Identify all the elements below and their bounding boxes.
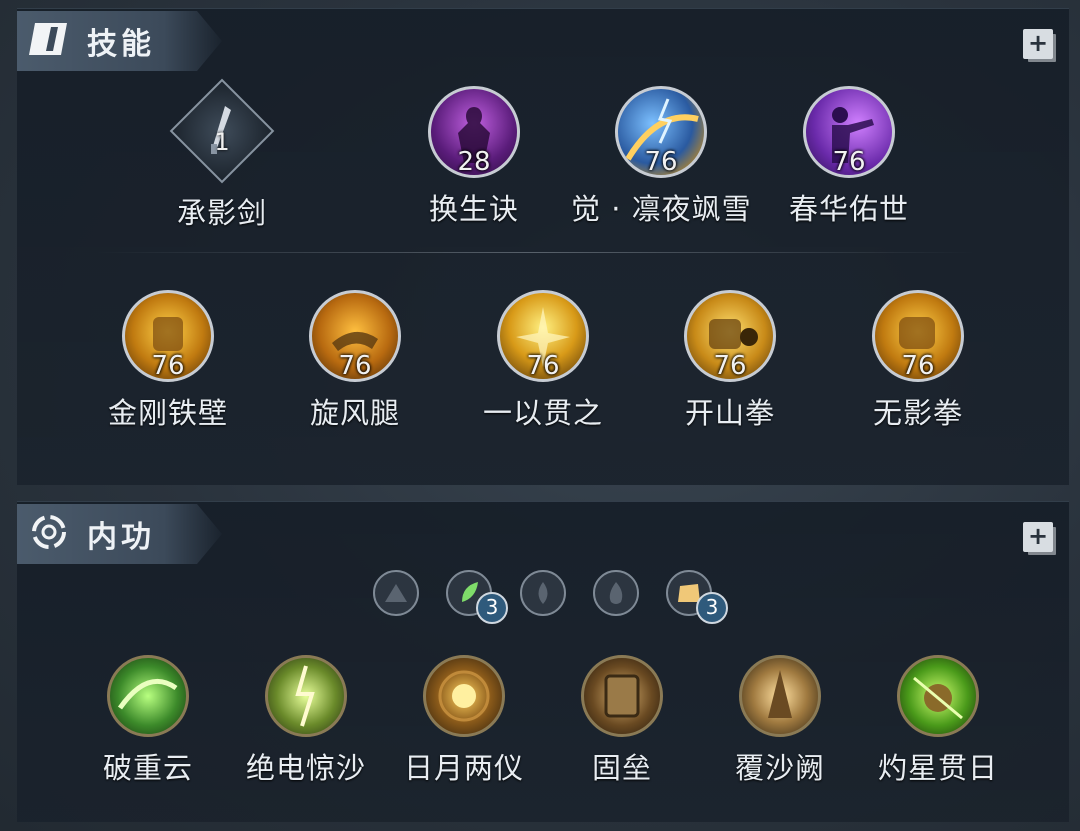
neigong-zhuoxingguanri[interactable]: 灼星贯日: [848, 655, 1028, 787]
neigong-title: 内功: [87, 520, 155, 555]
golden-fist-icon: 76: [122, 290, 214, 382]
skill-name: 旋风腿: [309, 396, 400, 430]
element-earth[interactable]: 3: [666, 570, 728, 624]
swirl-icon: [32, 515, 66, 549]
neigong-name: 绝电惊沙: [245, 751, 366, 785]
mountain-fist-icon: 76: [684, 290, 776, 382]
mountain-icon: [385, 584, 407, 602]
skill-chunhuayoushi[interactable]: 76 春华佑世: [759, 86, 939, 228]
neigong-pochongyun[interactable]: 破重云: [58, 655, 238, 787]
skill-yiyiguanzhi[interactable]: 76 一以贯之: [453, 290, 633, 432]
thunder-sand-icon: [265, 655, 347, 737]
skill-name: 一以贯之: [482, 396, 603, 430]
skill-name: 觉 · 凛夜飒雪: [571, 192, 752, 226]
skill-juelinyesaxue[interactable]: 76 觉 · 凛夜飒雪: [571, 86, 751, 228]
neigong-riyueliangyi[interactable]: 日月两仪: [374, 655, 554, 787]
whirlwind-kick-icon: 76: [309, 290, 401, 382]
skill-level: 76: [832, 147, 866, 177]
neigong-name: 覆沙阙: [734, 751, 825, 785]
skills-title: 技能: [87, 27, 155, 62]
skill-name: 承影剑: [176, 196, 267, 230]
skill-wuyingquan[interactable]: 76 无影拳: [828, 290, 1008, 432]
skill-name: 换生诀: [428, 192, 519, 226]
skill-name: 无影拳: [872, 396, 963, 430]
neigong-fushaque[interactable]: 覆沙阙: [690, 655, 870, 787]
water-drop-icon: [538, 582, 548, 604]
skill-level: 76: [151, 351, 185, 381]
stone-shield-icon: [581, 655, 663, 737]
skill-name: 金刚铁壁: [107, 396, 228, 430]
demon-figure-icon: 28: [428, 86, 520, 178]
skills-add-button[interactable]: +: [1023, 29, 1053, 59]
skill-chengyingjian[interactable]: 1 承影剑: [132, 78, 312, 232]
skill-kaishanquan[interactable]: 76 开山拳: [640, 290, 820, 432]
green-wind-icon: [107, 655, 189, 737]
skill-level: 76: [338, 351, 372, 381]
sun-moon-icon: [423, 655, 505, 737]
flame-icon: [609, 582, 623, 604]
neigong-name: 日月两仪: [403, 751, 524, 785]
skill-jingangtiebi[interactable]: 76 金刚铁壁: [78, 290, 258, 432]
element-water[interactable]: [520, 570, 566, 616]
skill-huanshengjue[interactable]: 28 换生诀: [384, 86, 564, 228]
neigong-gulei[interactable]: 固垒: [532, 655, 712, 787]
frost-lightning-icon: 76: [615, 86, 707, 178]
skill-level: 76: [526, 351, 560, 381]
skill-name: 开山拳: [684, 396, 775, 430]
skill-book-icon: [29, 23, 67, 55]
sand-tower-icon: [739, 655, 821, 737]
skill-level: 76: [713, 351, 747, 381]
star-burst-icon: [897, 655, 979, 737]
neigong-juedianjingsha[interactable]: 绝电惊沙: [216, 655, 396, 787]
neigong-name: 破重云: [102, 751, 193, 785]
element-count-badge: 3: [696, 592, 728, 624]
radiant-strike-icon: 76: [497, 290, 589, 382]
skill-level: 76: [644, 147, 678, 177]
neigong-name: 固垒: [591, 751, 652, 785]
neigong-add-button[interactable]: +: [1023, 522, 1053, 552]
palm-strike-icon: 76: [803, 86, 895, 178]
skill-name: 春华佑世: [788, 192, 909, 226]
skill-xuanfengtui[interactable]: 76 旋风腿: [265, 290, 445, 432]
shadow-fist-icon: 76: [872, 290, 964, 382]
skill-level: 1: [214, 128, 230, 156]
skill-level: 28: [457, 147, 491, 177]
skill-level: 76: [901, 351, 935, 381]
neigong-name: 灼星贯日: [877, 751, 998, 785]
element-mountain[interactable]: [373, 570, 419, 616]
element-count-badge: 3: [476, 592, 508, 624]
element-wood[interactable]: 3: [446, 570, 508, 624]
element-fire[interactable]: [593, 570, 639, 616]
section-divider: [95, 252, 975, 253]
